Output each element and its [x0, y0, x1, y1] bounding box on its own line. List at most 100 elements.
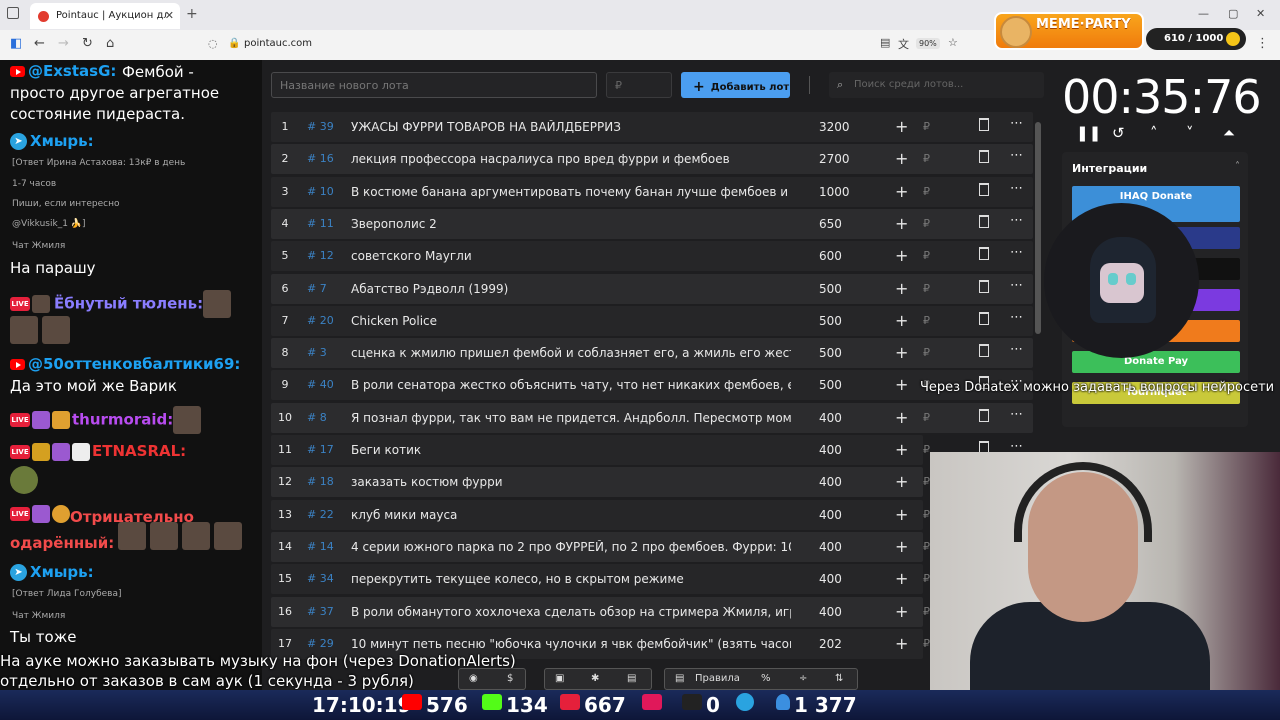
- add-amount-icon[interactable]: +: [895, 602, 908, 621]
- lot-id[interactable]: # 20: [307, 314, 334, 327]
- lot-row[interactable]: 8 # 3 сценка к жмилю пришел фембой и собла…: [271, 338, 1033, 369]
- add-lot-button[interactable]: + Добавить лот: [681, 72, 790, 98]
- lot-row[interactable]: 10 # 8 Я познал фурри, так что вам не прид…: [271, 402, 1033, 433]
- lot-name[interactable]: советского Маугли: [351, 249, 791, 263]
- lot-id[interactable]: # 7: [307, 282, 327, 295]
- lot-row[interactable]: 14 # 14 4 серии южного парка по 2 про ФУРР…: [271, 531, 930, 562]
- new-lot-input[interactable]: Название нового лота: [271, 72, 597, 98]
- ruble-icon[interactable]: ₽: [923, 508, 930, 521]
- collapse-icon[interactable]: ˄: [1235, 161, 1240, 172]
- pause-icon[interactable]: ❚❚: [1076, 124, 1101, 142]
- lot-amount[interactable]: 650: [819, 217, 842, 231]
- lot-row[interactable]: 5 # 12 советского Маугли 600 + ₽ ⋯: [271, 241, 1033, 272]
- home-icon[interactable]: ⌂: [106, 36, 114, 51]
- new-tab-button[interactable]: +: [186, 6, 198, 22]
- more-icon[interactable]: ⋯: [1010, 310, 1023, 325]
- lot-id[interactable]: # 16: [307, 152, 334, 165]
- lock-icon[interactable]: 🔒: [228, 38, 240, 49]
- menu-icon[interactable]: ⋮: [1256, 36, 1269, 51]
- lot-id[interactable]: # 11: [307, 217, 334, 230]
- more-icon[interactable]: ⋯: [1010, 213, 1023, 228]
- split-icon[interactable]: ÷: [799, 673, 807, 684]
- ruble-icon[interactable]: ₽: [923, 411, 930, 424]
- lot-name[interactable]: 10 минут петь песню "юбочка чулочки я чв…: [351, 637, 791, 651]
- ruble-icon[interactable]: ₽: [923, 249, 930, 262]
- history-icon[interactable]: ▤: [627, 673, 636, 684]
- trash-icon[interactable]: [979, 408, 989, 422]
- lot-amount[interactable]: 2700: [819, 152, 850, 166]
- reader-icon[interactable]: ▤: [880, 36, 890, 49]
- add-amount-icon[interactable]: +: [895, 279, 908, 298]
- favorite-star-icon[interactable]: ☆: [948, 36, 958, 49]
- ruble-icon[interactable]: ₽: [923, 185, 930, 198]
- ruble-icon[interactable]: ₽: [923, 120, 930, 133]
- chevron-down-icon[interactable]: ˅: [1186, 124, 1194, 142]
- lot-row[interactable]: 2 # 16 лекция профессора насралиуса про вр…: [271, 144, 1033, 175]
- lot-name[interactable]: 4 серии южного парка по 2 про ФУРРЕЙ, по…: [351, 540, 791, 554]
- more-icon[interactable]: ⋯: [1010, 148, 1023, 163]
- amount-input[interactable]: ₽: [606, 72, 672, 98]
- trash-icon[interactable]: [979, 118, 989, 131]
- lot-amount[interactable]: 400: [819, 411, 842, 425]
- rules-icon[interactable]: ▤: [675, 673, 684, 684]
- lot-amount[interactable]: 202: [819, 637, 842, 651]
- ruble-icon[interactable]: ₽: [923, 282, 930, 295]
- lot-amount[interactable]: 500: [819, 282, 842, 296]
- lot-id[interactable]: # 40: [307, 378, 334, 391]
- lot-name[interactable]: В роли обманутого хохлочеха сделать обзо…: [351, 605, 791, 619]
- lot-name[interactable]: Я познал фурри, так что вам не придется.…: [351, 411, 791, 425]
- more-icon[interactable]: ⋯: [1010, 342, 1023, 357]
- lot-id[interactable]: # 37: [307, 605, 334, 618]
- url-field[interactable]: ◌ 🔒 pointauc.com ▤ 文 90% ☆: [200, 33, 970, 55]
- lot-name[interactable]: Chicken Police: [351, 314, 791, 328]
- minimize-icon[interactable]: —: [1198, 7, 1209, 20]
- ruble-icon[interactable]: ₽: [923, 217, 930, 230]
- rules-button[interactable]: Правила: [695, 673, 740, 684]
- sort-icon[interactable]: ⇅: [835, 673, 843, 684]
- lot-id[interactable]: # 34: [307, 572, 334, 585]
- back-icon[interactable]: ←: [34, 36, 45, 51]
- add-amount-icon[interactable]: +: [895, 311, 908, 330]
- dollar-icon[interactable]: $: [507, 673, 513, 684]
- add-amount-icon[interactable]: +: [895, 246, 908, 265]
- tab-close-icon[interactable]: ✕: [165, 9, 174, 22]
- lot-name[interactable]: заказать костюм фурри: [351, 475, 791, 489]
- lot-row[interactable]: 3 # 10 В костюме банана аргументировать по…: [271, 176, 1033, 207]
- percent-icon[interactable]: %: [761, 673, 771, 684]
- sidebar-icon[interactable]: ◧: [10, 36, 22, 51]
- lot-id[interactable]: # 10: [307, 185, 334, 198]
- add-amount-icon[interactable]: +: [895, 537, 908, 556]
- ruble-icon[interactable]: ₽: [923, 443, 930, 456]
- ruble-icon[interactable]: ₽: [923, 475, 930, 488]
- lot-amount[interactable]: 400: [819, 443, 842, 457]
- add-amount-icon[interactable]: +: [895, 505, 908, 524]
- more-icon[interactable]: ⋯: [1010, 116, 1023, 131]
- more-icon[interactable]: ⋯: [1010, 278, 1023, 293]
- maximize-icon[interactable]: ▢: [1228, 7, 1238, 20]
- lot-name[interactable]: Абатство Рэдволл (1999): [351, 282, 791, 296]
- tab-pointauc[interactable]: Pointauc | Аукцион для стримеров ✕: [30, 3, 180, 29]
- lot-id[interactable]: # 3: [307, 346, 327, 359]
- lot-row[interactable]: 7 # 20 Chicken Police 500 + ₽ ⋯: [271, 305, 1033, 336]
- lot-id[interactable]: # 39: [307, 120, 334, 133]
- lot-name[interactable]: перекрутить текущее колесо, но в скрытом…: [351, 572, 791, 586]
- lot-name[interactable]: лекция профессора насралиуса про вред фу…: [351, 152, 791, 166]
- more-icon[interactable]: ⋯: [1010, 181, 1023, 196]
- lot-name[interactable]: В костюме банана аргументировать почему …: [351, 185, 791, 199]
- ruble-icon[interactable]: ₽: [923, 314, 930, 327]
- lot-name[interactable]: УЖАСЫ ФУРРИ ТОВАРОВ НА ВАЙЛДБЕРРИЗ: [351, 120, 791, 134]
- add-amount-icon[interactable]: +: [895, 182, 908, 201]
- trash-icon[interactable]: [979, 311, 989, 325]
- more-icon[interactable]: ⋯: [1010, 245, 1023, 260]
- lot-amount[interactable]: 400: [819, 605, 842, 619]
- lot-row[interactable]: 11 # 17 Беги котик 400 + ₽ ⋯: [271, 435, 1023, 465]
- lot-name[interactable]: клуб мики мауса: [351, 508, 791, 522]
- github-icon[interactable]: ◉: [469, 673, 478, 684]
- forward-icon[interactable]: →: [58, 36, 69, 51]
- lot-row[interactable]: 15 # 34 перекрутить текущее колесо, но в с…: [271, 564, 930, 595]
- trash-icon[interactable]: [979, 247, 989, 261]
- lot-name[interactable]: сценка к жмилю пришел фембой и соблазняе…: [351, 346, 791, 360]
- lot-amount[interactable]: 500: [819, 314, 842, 328]
- trash-icon[interactable]: [979, 344, 989, 358]
- lot-row[interactable]: 1 # 39 УЖАСЫ ФУРРИ ТОВАРОВ НА ВАЙЛДБЕРРИЗ 3…: [271, 112, 1033, 142]
